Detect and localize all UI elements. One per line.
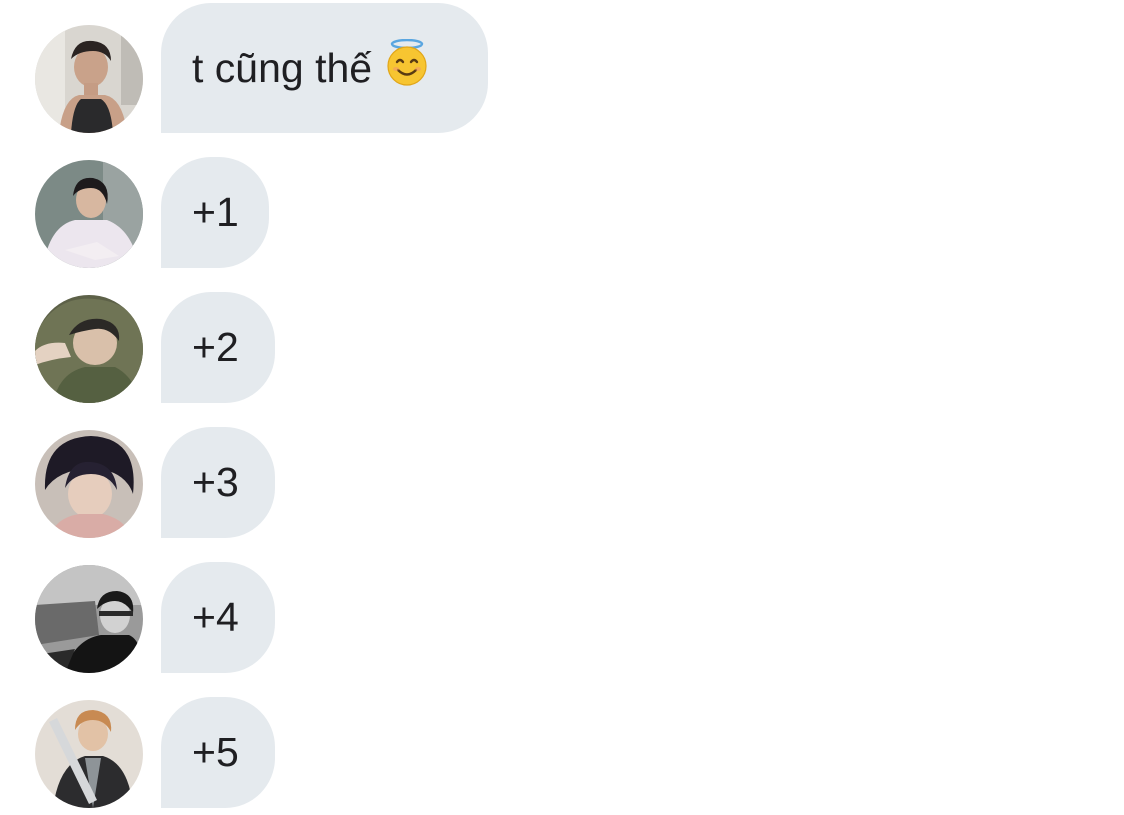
avatar-photo	[35, 565, 143, 673]
message-row: +5	[0, 697, 1124, 808]
message-row: +1	[0, 157, 1124, 268]
message-bubble[interactable]: +2	[161, 292, 275, 403]
message-row: +3	[0, 427, 1124, 538]
message-row: +4	[0, 562, 1124, 673]
avatar-photo	[35, 160, 143, 268]
message-row: +2	[0, 292, 1124, 403]
message-bubble[interactable]: +1	[161, 157, 269, 268]
message-text: +2	[192, 324, 239, 370]
message-text: +1	[192, 189, 239, 235]
message-text: +3	[192, 459, 239, 505]
message-bubble[interactable]: t cũng thế	[161, 3, 488, 133]
message-text: t cũng thế	[192, 44, 373, 91]
sender-avatar[interactable]	[35, 565, 143, 673]
avatar-photo	[35, 430, 143, 538]
message-text: +4	[192, 594, 239, 640]
sender-avatar[interactable]	[35, 295, 143, 403]
message-bubble[interactable]: +5	[161, 697, 275, 808]
avatar-photo	[35, 700, 143, 808]
avatar-photo	[35, 295, 143, 403]
sender-avatar[interactable]	[35, 25, 143, 133]
sender-avatar[interactable]	[35, 160, 143, 268]
smiling-face-with-halo-icon	[386, 39, 428, 87]
message-row: t cũng thế	[0, 3, 1124, 133]
message-bubble[interactable]: +4	[161, 562, 275, 673]
sender-avatar[interactable]	[35, 700, 143, 808]
avatar-photo	[35, 25, 143, 133]
sender-avatar[interactable]	[35, 430, 143, 538]
message-text: +5	[192, 729, 239, 775]
message-bubble[interactable]: +3	[161, 427, 275, 538]
chat-thread: t cũng thế +1 +2 +3 +4 +5	[0, 0, 1124, 815]
